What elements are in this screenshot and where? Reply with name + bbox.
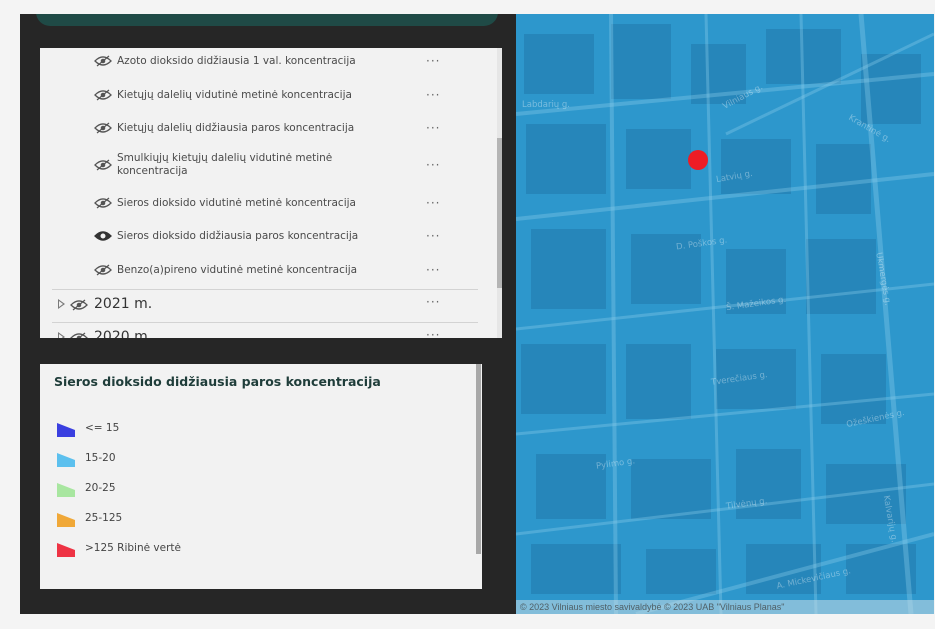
legend-swatch-shape: [57, 483, 75, 497]
layer-group-label: 2020 m.: [94, 329, 153, 338]
expand-triangle-icon[interactable]: [58, 299, 65, 309]
legend-label: 15-20: [85, 452, 116, 464]
layer-item[interactable]: Smulkiųjų kietųjų dalelių vidutinė metin…: [40, 151, 480, 179]
eye-off-icon[interactable]: [94, 54, 112, 68]
layer-list-panel: Azoto dioksido didžiausia 1 val. koncent…: [40, 48, 502, 338]
eye-off-icon[interactable]: [94, 196, 112, 210]
layer-item[interactable]: Kietųjų dalelių vidutinė metinė koncentr…: [40, 88, 480, 102]
eye-off-icon[interactable]: [70, 331, 88, 338]
legend-item: 25-125: [56, 512, 356, 530]
layer-list-scrollbar[interactable]: [497, 48, 502, 338]
expand-triangle-icon[interactable]: [58, 332, 65, 338]
legend-swatch: [57, 423, 75, 437]
eye-off-icon[interactable]: [70, 298, 88, 312]
eye-icon[interactable]: [94, 229, 112, 243]
layer-item[interactable]: Sieros dioksido didžiausia paros koncent…: [40, 229, 480, 243]
more-options-icon[interactable]: ···: [426, 88, 440, 102]
legend-title: Sieros dioksido didžiausia paros koncent…: [54, 374, 381, 389]
eye-off-icon[interactable]: [94, 263, 112, 277]
legend-item: >125 Ribinė vertė: [56, 542, 356, 560]
more-options-icon[interactable]: ···: [426, 121, 440, 135]
legend-swatch-shape: [57, 543, 75, 557]
more-options-icon[interactable]: ···: [426, 263, 440, 277]
layer-label: Kietųjų dalelių didžiausia paros koncent…: [117, 121, 355, 134]
legend-swatch: [57, 453, 75, 467]
legend-swatch-shape: [57, 423, 75, 437]
legend-swatch: [57, 483, 75, 497]
street-label: Labdarių g.: [522, 100, 570, 110]
legend-swatch: [57, 513, 75, 527]
legend-item: 15-20: [56, 452, 356, 470]
layer-group-2021[interactable]: 2021 m. ···: [52, 289, 478, 322]
more-options-icon[interactable]: ···: [426, 196, 440, 210]
layer-item[interactable]: Kietųjų dalelių didžiausia paros koncent…: [40, 121, 480, 135]
layer-item[interactable]: Sieros dioksido vidutinė metinė koncentr…: [40, 196, 480, 210]
legend-swatch-shape: [57, 513, 75, 527]
layer-label: Smulkiųjų kietųjų dalelių vidutinė metin…: [117, 152, 333, 177]
eye-off-icon[interactable]: [94, 121, 112, 135]
legend-label: 25-125: [85, 512, 123, 524]
legend-swatch-shape: [57, 453, 75, 467]
more-options-icon[interactable]: ···: [426, 158, 440, 172]
scrollbar-thumb[interactable]: [497, 138, 502, 288]
layer-item[interactable]: Benzo(a)pireno vidutinė metinė koncentra…: [40, 263, 480, 277]
location-marker: [688, 150, 708, 170]
eye-off-icon[interactable]: [94, 158, 112, 172]
eye-off-icon[interactable]: [94, 88, 112, 102]
legend-item: 20-25: [56, 482, 356, 500]
legend-label: <= 15: [85, 422, 120, 434]
layer-group-2020[interactable]: 2020 m. ···: [52, 322, 478, 338]
layer-label: Benzo(a)pireno vidutinė metinė koncentra…: [117, 263, 358, 276]
layer-label: Azoto dioksido didžiausia 1 val. koncent…: [117, 54, 356, 67]
more-options-icon[interactable]: ···: [426, 295, 440, 309]
legend-label: 20-25: [85, 482, 116, 494]
layer-item[interactable]: Azoto dioksido didžiausia 1 val. koncent…: [40, 54, 480, 68]
layer-label: Sieros dioksido vidutinė metinė koncentr…: [117, 196, 356, 209]
panel-header-bar: [36, 14, 498, 26]
app-frame: Azoto dioksido didžiausia 1 val. koncent…: [20, 14, 934, 614]
legend-scrollbar[interactable]: [476, 364, 481, 554]
legend-swatch: [57, 543, 75, 557]
layer-label: Kietųjų dalelių vidutinė metinė koncentr…: [117, 88, 352, 101]
layer-label: Sieros dioksido didžiausia paros koncent…: [117, 229, 359, 242]
more-options-icon[interactable]: ···: [426, 54, 440, 68]
layer-group-label: 2021 m.: [94, 296, 153, 312]
legend-item: <= 15: [56, 422, 356, 440]
map-view[interactable]: Labdarių g. Latvių g. Vilniaus g. D. Poš…: [516, 14, 934, 614]
more-options-icon[interactable]: ···: [426, 328, 440, 338]
legend-panel: Sieros dioksido didžiausia paros koncent…: [40, 364, 482, 589]
more-options-icon[interactable]: ···: [426, 229, 440, 243]
map-attribution: © 2023 Vilniaus miesto savivaldybė © 202…: [516, 600, 934, 614]
legend-label: >125 Ribinė vertė: [85, 542, 181, 554]
